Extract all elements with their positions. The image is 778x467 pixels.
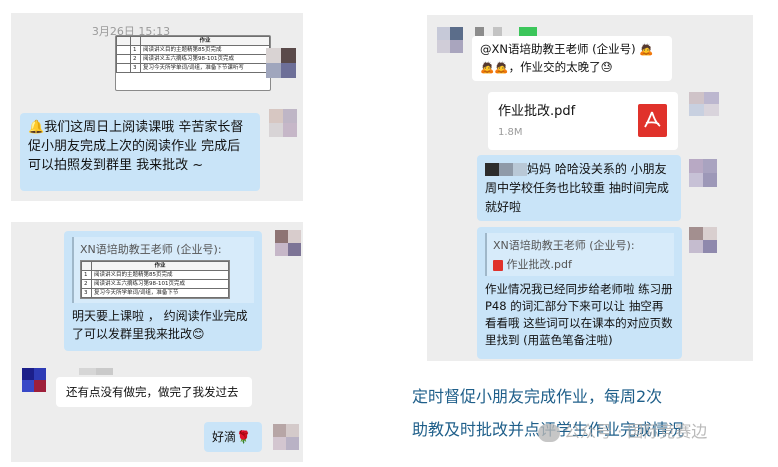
teacher-avatar[interactable] (689, 92, 719, 116)
table-row: 3 复习今天所学单词/词组，准备下节 (81, 288, 229, 299)
teacher-avatar[interactable] (689, 159, 717, 187)
quoted-homework-table: 作业 1 阅读讲义目的主题精第85页完成 2 阅读讲义五六摘练习第98-101页… (81, 260, 229, 299)
quoted-table-image: 作业 1 阅读讲义目的主题精第85页完成 2 阅读讲义五六摘练习第98-101页… (80, 260, 230, 300)
quote-title: XN语培助教王老师 (企业号): (80, 243, 222, 256)
table-cell: 阅读讲义目的主题精第85页完成 (91, 270, 229, 281)
table-cell: 1 (81, 270, 92, 281)
watermark-text: 公众号 · 国际竞赛边 (564, 422, 708, 441)
teacher-avatar[interactable] (273, 424, 299, 450)
blurred-block (269, 109, 297, 137)
table-header-cell: 作业 (91, 260, 229, 272)
table-header-cell (130, 35, 141, 47)
teacher-avatar[interactable] (275, 230, 301, 256)
watermark: 公众号 · 国际竞赛边 (538, 418, 778, 448)
table-row: 2 阅读讲义五六摘练习第98-101页完成 (116, 54, 270, 65)
table-cell: 阅读讲义五六摘练习第98-101页完成 (91, 279, 229, 290)
parent-avatar[interactable] (437, 27, 463, 53)
reply-text: 明天要上课啦 ， 约阅读作业完成了可以发群里我来批改😊 (72, 309, 248, 342)
table-cell (116, 54, 131, 65)
homework-table-image[interactable]: 作业 1 阅读讲义目的主题精第85页完成 2 阅读讲义五六摘练习第98-101页… (115, 35, 271, 91)
table-cell: 2 (81, 279, 92, 290)
table-cell: 阅读讲义目的主题精第85页完成 (140, 45, 270, 56)
table-cell: 1 (130, 45, 141, 56)
pdf-icon (638, 104, 667, 137)
parent-message: 还有点没有做完，做完了我发过去 (56, 377, 252, 407)
table-cell: 阅读讲义五六摘练习第98-101页完成 (140, 54, 270, 65)
pdf-icon (493, 259, 503, 271)
table-cell: 复习今天所学单词/词组，准备下节课听写 (140, 63, 270, 74)
table-header-cell (116, 35, 131, 47)
wechat-icon (538, 423, 560, 442)
mention-message: @XN语培助教王老师 (企业号) 🙇 🙇🙇，作业交的太晚了😓 (472, 36, 672, 81)
parent-relay-message: 妈妈 哈哈没关系的 小朋友周中学校任务也比较重 抽时间完成就好啦 (477, 155, 681, 221)
table-row: 3 复习今天所学单词/词组，准备下节课听写 (116, 63, 270, 74)
chat-panel-followup: XN语培助教王老师 (企业号): 作业 1 阅读讲义目的主题精第85页完成 2 … (11, 222, 303, 462)
teacher-quote-reply: XN语培助教王老师 (企业号): 作业 1 阅读讲义目的主题精第85页完成 2 … (64, 231, 262, 351)
table-header-cell (81, 260, 92, 272)
reminder-message: 🔔我们这周日上阅读课哦 辛苦家长督促小朋友完成上次的阅读作业 完成后可以拍照发到… (20, 113, 260, 191)
table-header-cell: 作业 (140, 35, 270, 47)
quoted-message[interactable]: XN语培助教王老师 (企业号): 作业 1 阅读讲义目的主题精第85页完成 2 … (72, 237, 254, 304)
caption-line: 定时督促小朋友完成作业，每周2次 (412, 387, 663, 406)
table-header-row: 作业 (81, 260, 229, 272)
table-cell: 复习今天所学单词/词组，准备下节 (91, 288, 229, 299)
blurred-name (485, 163, 527, 176)
table-cell: 3 (81, 288, 92, 299)
teacher-avatar[interactable] (689, 227, 717, 253)
table-header-row: 作业 (116, 35, 270, 47)
teacher-feedback-message: XN语培助教王老师 (企业号): 作业批改.pdf 作业情况我已经同步给老师啦 … (477, 227, 682, 359)
table-cell (116, 63, 131, 74)
feedback-text: 作业情况我已经同步给老师啦 练习册 P48 的词汇部分下来可以让 抽空再看看哦 … (485, 282, 673, 347)
chat-panel-feedback: @XN语培助教王老师 (企业号) 🙇 🙇🙇，作业交的太晚了😓 作业批改.pdf … (427, 15, 753, 361)
chat-panel-reminder: 3月26日 15:13 作业 1 阅读讲义目的主题精第85页完成 2 阅读讲义五… (11, 13, 303, 201)
table-cell: 2 (130, 54, 141, 65)
quoted-file: 作业批改.pdf (493, 256, 668, 272)
table-cell: 3 (130, 63, 141, 74)
teacher-avatar[interactable] (266, 48, 296, 78)
pdf-file-card[interactable]: 作业批改.pdf 1.8M (488, 92, 678, 150)
table-row: 1 阅读讲义目的主题精第85页完成 (81, 270, 229, 281)
table-row: 2 阅读讲义五六摘练习第98-101页完成 (81, 279, 229, 290)
teacher-ok-message: 好滴🌹 (204, 422, 262, 452)
blurred-name (79, 368, 113, 375)
quote-title: XN语培助教王老师 (企业号): (493, 239, 635, 252)
homework-table: 作业 1 阅读讲义目的主题精第85页完成 2 阅读讲义五六摘练习第98-101页… (116, 35, 270, 74)
quoted-message[interactable]: XN语培助教王老师 (企业号): 作业批改.pdf (485, 233, 674, 276)
parent-avatar[interactable] (22, 368, 46, 392)
quoted-file-name: 作业批改.pdf (506, 258, 572, 271)
table-cell (116, 45, 131, 56)
table-row: 1 阅读讲义目的主题精第85页完成 (116, 45, 270, 56)
